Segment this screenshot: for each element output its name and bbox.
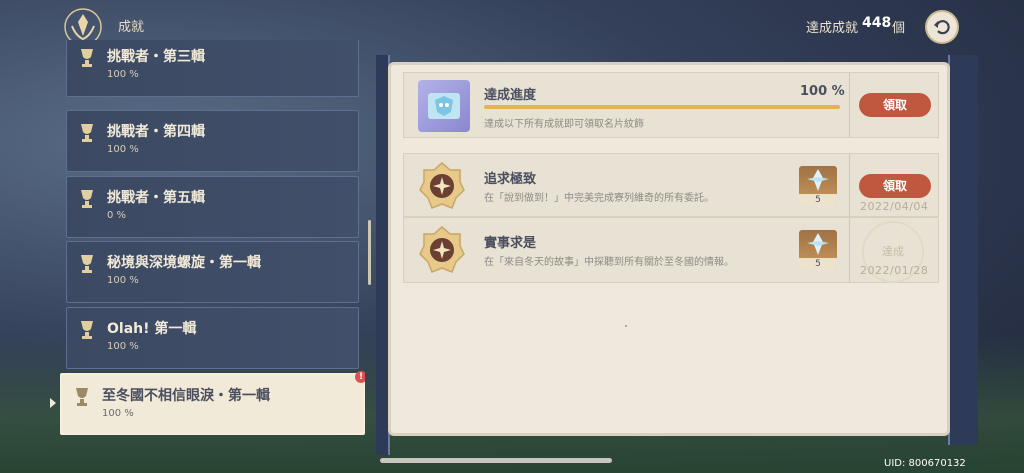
trophy-icon: [77, 253, 97, 275]
achievement-detail-panel: 達成進度 100 % 達成以下所有成就即可領取名片紋飾 領取 追求極致 在「說到…: [388, 62, 950, 436]
progress-title: 達成進度: [484, 88, 537, 103]
alert-badge: !: [355, 371, 365, 383]
panel-frame-right: [948, 55, 978, 445]
reward-count: 5: [799, 258, 837, 270]
trophy-icon: [77, 47, 97, 69]
category-name: 挑戰者・第三輯: [107, 49, 205, 65]
reward-count: 5: [799, 194, 837, 206]
category-item[interactable]: 秘境與深境螺旋・第一輯 100 %: [66, 241, 359, 303]
category-item[interactable]: 挑戰者・第四輯 100 %: [66, 110, 359, 172]
page-title: 成就: [118, 20, 145, 35]
primogem-icon: [807, 169, 829, 191]
category-percent: 100 %: [102, 408, 134, 419]
primogem-reward: 5: [799, 230, 837, 270]
category-item-selected[interactable]: 至冬國不相信眼淚・第一輯 100 % !: [60, 371, 365, 435]
primogem-icon: [807, 233, 829, 255]
trophy-icon: [77, 188, 97, 210]
home-indicator[interactable]: [380, 458, 612, 463]
category-item[interactable]: 挑戰者・第五輯 0 %: [66, 176, 359, 238]
category-item[interactable]: 挑戰者・第三輯 100 %: [66, 40, 359, 97]
category-list[interactable]: 挑戰者・第三輯 100 % 挑戰者・第四輯 100 % 挑戰者・第五輯 0 % …: [60, 40, 365, 450]
card-divider: [849, 73, 850, 137]
category-percent: 100 %: [107, 275, 139, 286]
claim-reward-button[interactable]: 領取: [859, 174, 931, 198]
progress-bar-fill: [484, 105, 840, 109]
achievement-medal-icon: [416, 160, 468, 212]
category-name: Olah! 第一輯: [107, 321, 197, 337]
achievement-title: 實事求是: [484, 236, 537, 251]
progress-bar: [484, 105, 840, 109]
category-name: 挑戰者・第五輯: [107, 190, 205, 206]
selection-pointer-icon: [50, 398, 56, 408]
trophy-icon: [77, 122, 97, 144]
primogem-reward: 5: [799, 166, 837, 206]
card-divider: [849, 154, 850, 216]
decorative-dot: [625, 325, 627, 327]
achievement-description: 在「說到做到！」中完美完成寮列維奇的所有委託。: [484, 193, 714, 204]
card-divider: [849, 218, 850, 282]
achievement-count-label: 達成成就: [806, 21, 859, 36]
category-name: 秘境與深境螺旋・第一輯: [107, 255, 261, 271]
namecard-thumbnail: [418, 80, 470, 132]
category-name: 挑戰者・第四輯: [107, 124, 205, 140]
back-button[interactable]: [925, 10, 959, 44]
achievement-date: 2022/04/04: [860, 200, 929, 213]
trophy-icon: [72, 386, 92, 408]
namecard-progress-card: 達成進度 100 % 達成以下所有成就即可領取名片紋飾 領取: [403, 72, 939, 138]
category-percent: 100 %: [107, 144, 139, 155]
progress-description: 達成以下所有成就即可領取名片紋飾: [484, 119, 644, 130]
category-percent: 100 %: [107, 341, 139, 352]
achievement-medal-icon: [416, 224, 468, 276]
achievement-row: 實事求是 在「來自冬天的故事」中探聽到所有關於至冬國的情報。 5 達成 2022…: [403, 217, 939, 283]
claim-namecard-button[interactable]: 領取: [859, 93, 931, 117]
achievement-title: 追求極致: [484, 172, 537, 187]
list-scrollbar[interactable]: [368, 220, 371, 285]
achievement-row: 追求極致 在「說到做到！」中完美完成寮列維奇的所有委託。 5 領取 2022/0…: [403, 153, 939, 217]
achieved-stamp-label: 達成: [882, 245, 904, 258]
achievement-description: 在「來自冬天的故事」中探聽到所有關於至冬國的情報。: [484, 257, 734, 268]
progress-percent: 100 %: [800, 84, 845, 99]
category-item[interactable]: Olah! 第一輯 100 %: [66, 307, 359, 369]
trophy-icon: [77, 319, 97, 341]
category-percent: 0 %: [107, 210, 127, 221]
category-percent: 100 %: [107, 69, 139, 80]
achievement-date: 2022/01/28: [860, 264, 929, 277]
back-arrow-icon: [934, 20, 950, 35]
category-name: 至冬國不相信眼淚・第一輯: [102, 388, 270, 404]
achievement-count-unit: 個: [892, 21, 906, 36]
player-uid: UID: 800670132: [884, 458, 966, 469]
achievement-count-value: 448: [862, 15, 892, 31]
